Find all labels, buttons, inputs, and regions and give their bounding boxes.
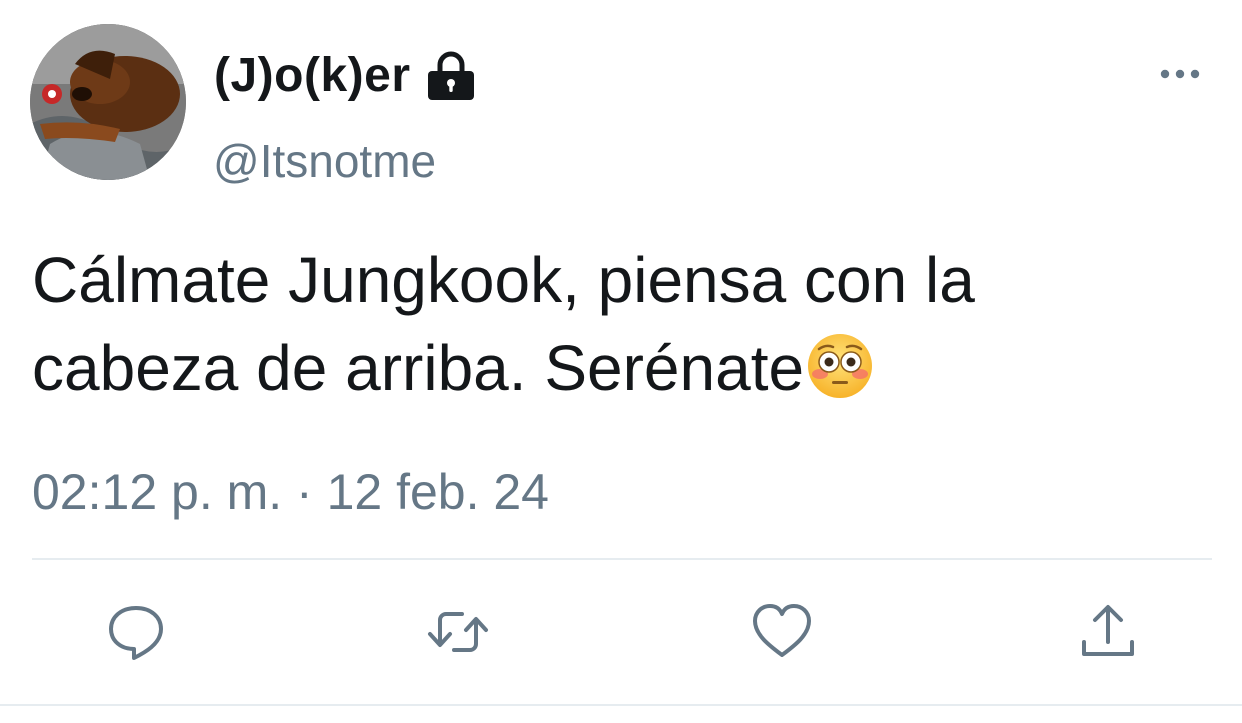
tweet-timestamp[interactable]: 02:12 p. m. · 12 feb. 24 xyxy=(32,462,549,522)
reply-icon[interactable] xyxy=(104,600,168,664)
tweet-text: Cálmate Jungkook, piensa con la cabeza d… xyxy=(32,236,1212,412)
more-options-icon[interactable] xyxy=(1156,58,1204,90)
tweet-text-line-2: cabeza de arriba. Serénate xyxy=(32,324,1212,412)
avatar[interactable] xyxy=(30,24,186,180)
heart-icon[interactable] xyxy=(750,600,814,664)
flushed-face-emoji-icon xyxy=(808,334,873,398)
retweet-icon[interactable] xyxy=(426,600,490,664)
display-name[interactable]: (J)o(k)er xyxy=(214,48,411,104)
tweet-text-line-1: Cálmate Jungkook, piensa con la xyxy=(32,244,975,316)
user-handle[interactable]: @Itsnotme xyxy=(213,134,436,188)
bottom-divider xyxy=(0,704,1242,706)
dog-photo-avatar xyxy=(30,24,186,180)
display-name-row[interactable]: (J)o(k)er xyxy=(214,48,479,104)
lock-icon xyxy=(427,51,474,100)
share-icon[interactable] xyxy=(1076,600,1140,664)
divider xyxy=(32,558,1212,560)
